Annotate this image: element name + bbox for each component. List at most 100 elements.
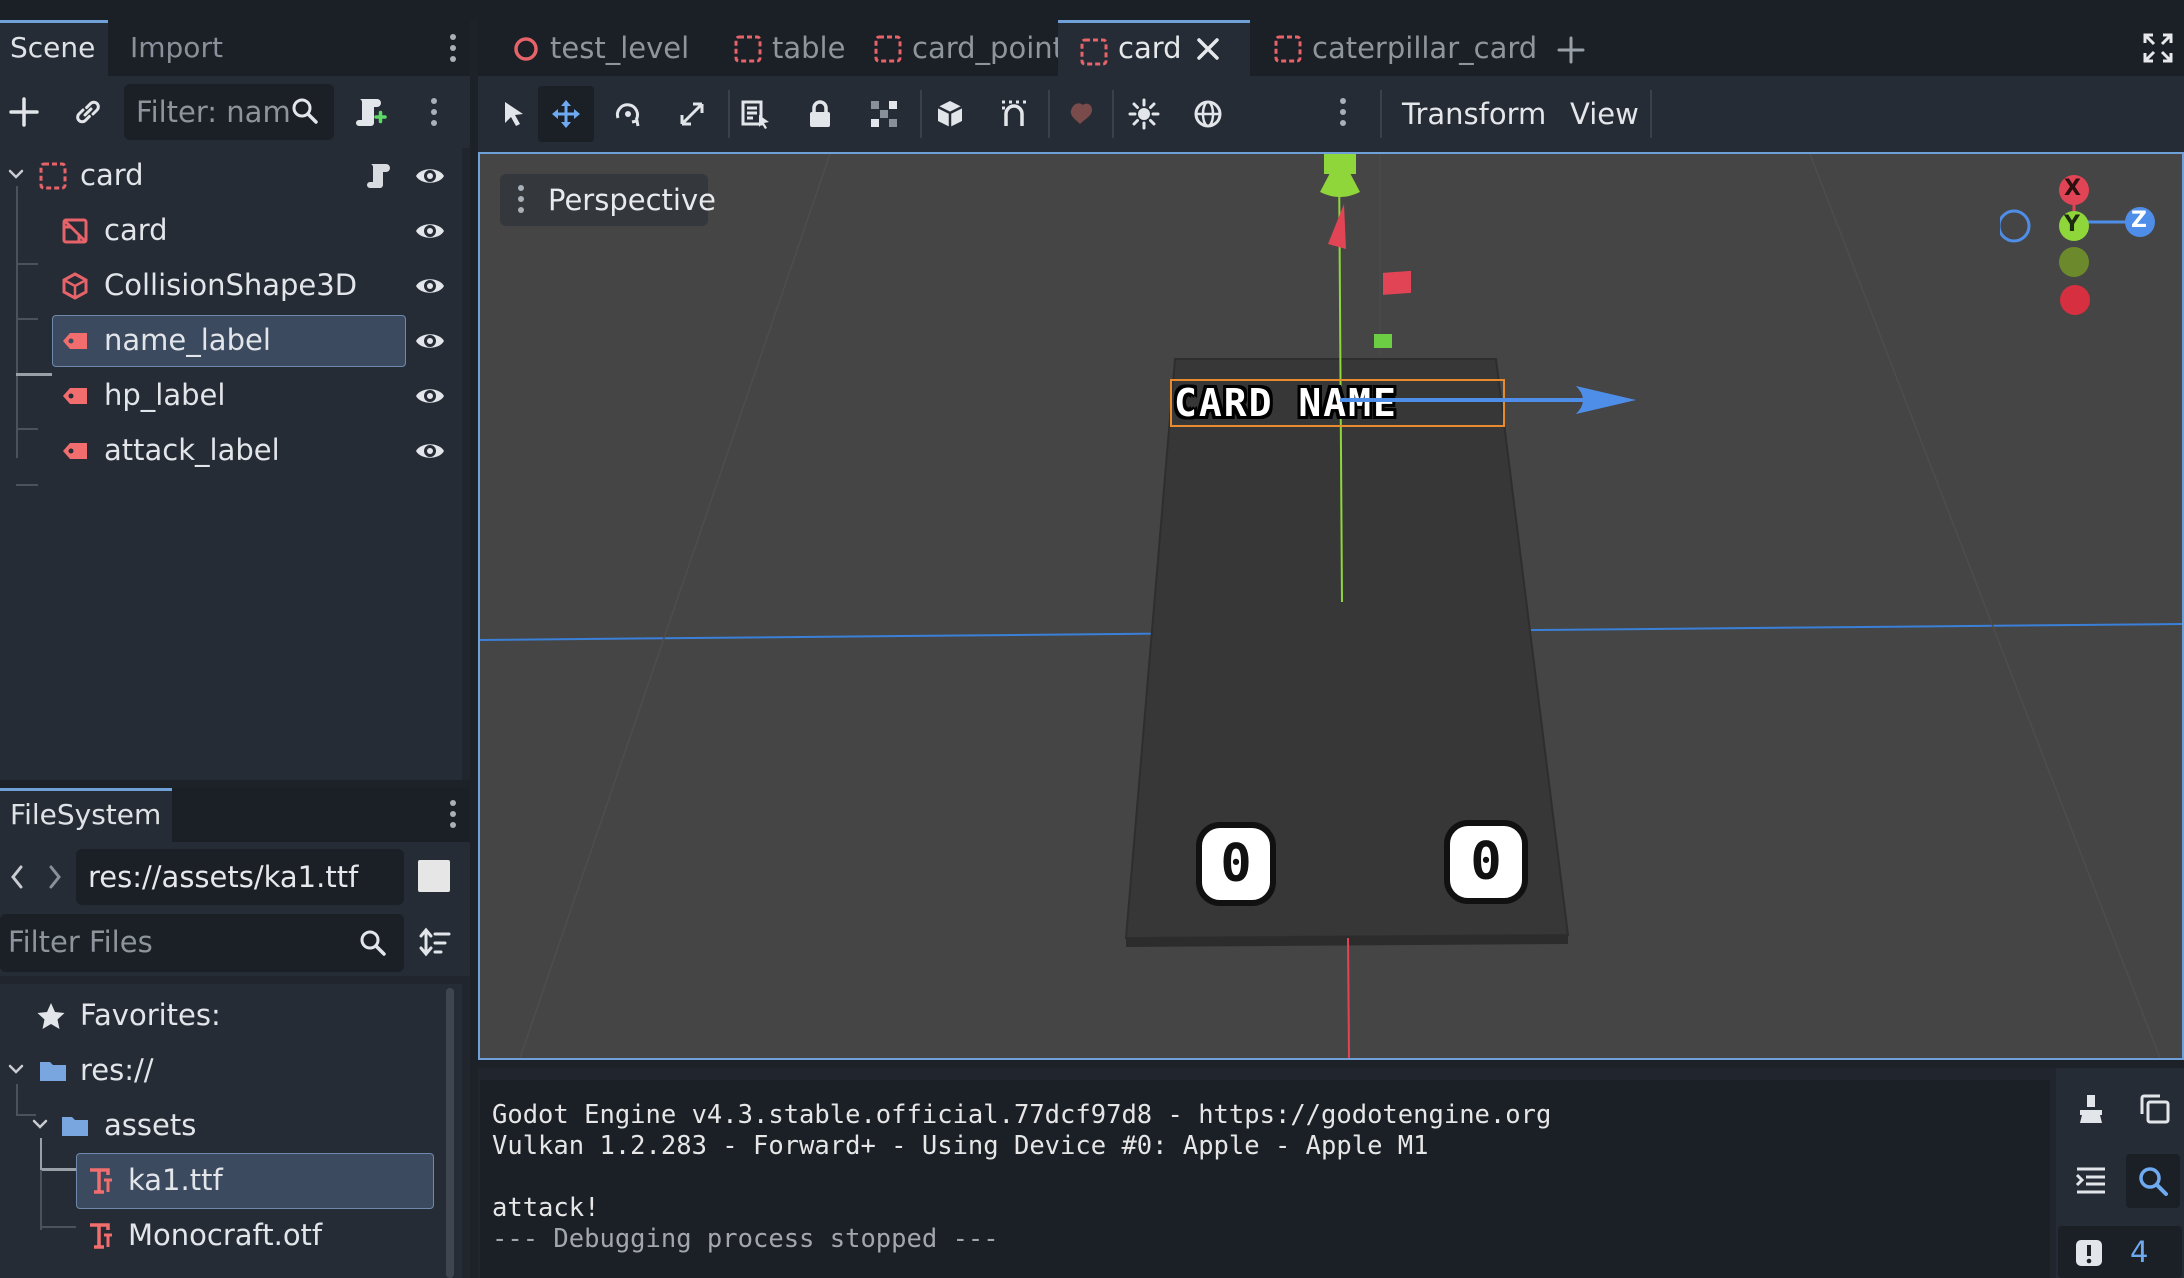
tab-import[interactable]: Import — [120, 20, 230, 76]
attach-script-icon[interactable] — [350, 92, 390, 132]
filter-files-placeholder: Filter Files — [8, 925, 153, 959]
scene-filter-placeholder: Filter: nam — [136, 95, 291, 129]
local-space-cube-icon[interactable] — [928, 92, 972, 136]
rotate-mode-icon[interactable] — [606, 92, 650, 136]
scene-tab-test-level[interactable]: test_level — [488, 20, 698, 76]
instance-scene-link-icon[interactable] — [68, 92, 108, 132]
tab-scene[interactable]: Scene — [0, 20, 108, 76]
perspective-menu-button[interactable]: Perspective — [500, 174, 716, 226]
add-node-icon[interactable] — [4, 92, 44, 132]
script-icon[interactable] — [364, 161, 394, 191]
visibility-eye-icon[interactable] — [414, 326, 446, 356]
list-item-assets-folder[interactable]: assets — [0, 1098, 462, 1153]
gizmo-y-label: Y — [2064, 212, 2080, 237]
scene-tab-label: test_level — [550, 31, 690, 65]
toolbar-separator — [1380, 90, 1382, 138]
warnings-filter-toggle[interactable]: 4 — [2058, 1226, 2182, 1278]
filesystem-dock: FileSystem res://assets/ka1.ttf Filter F… — [0, 788, 470, 1278]
snap-icon[interactable] — [992, 92, 1036, 136]
visibility-eye-icon[interactable] — [414, 381, 446, 411]
scene-tab-bar: test_level table card_point card caterpi… — [478, 20, 2184, 76]
plus-icon — [1556, 35, 1585, 64]
scene-dock-menu-icon[interactable] — [450, 34, 456, 64]
scene-icon — [874, 35, 902, 63]
sun-preview-icon[interactable] — [1122, 92, 1166, 136]
visibility-eye-icon[interactable] — [414, 271, 446, 301]
lock-icon[interactable] — [798, 92, 842, 136]
scene-tab-card-point[interactable]: card_point — [854, 20, 1064, 76]
tree-row-collision[interactable]: CollisionShape3D — [0, 258, 462, 313]
scene-tab-label: table — [772, 31, 846, 65]
environment-globe-icon[interactable] — [1186, 92, 1230, 136]
toolbar-separator — [1048, 90, 1050, 138]
scene-toolbar-menu-icon[interactable] — [431, 98, 437, 128]
3d-viewport[interactable]: CARD NAME 0 0 Perspective X Y Z — [478, 152, 2184, 1060]
visibility-eye-icon[interactable] — [414, 161, 446, 191]
list-item-ka1-font[interactable]: ka1.ttf — [0, 1153, 462, 1209]
sort-icon[interactable] — [418, 926, 452, 960]
toggle-split-view-icon[interactable] — [418, 860, 450, 892]
list-item-favorites[interactable]: Favorites: — [0, 988, 462, 1043]
group-icon[interactable] — [862, 92, 906, 136]
scale-mode-icon[interactable] — [670, 92, 714, 136]
scene-tab-caterpillar-card[interactable]: caterpillar_card — [1256, 20, 1537, 76]
z-axis-gizmo-arrow[interactable] — [1340, 380, 1640, 420]
move-mode-icon[interactable] — [538, 86, 594, 142]
back-arrow-icon[interactable] — [6, 862, 28, 892]
filesystem-menu-icon[interactable] — [450, 800, 456, 830]
chevron-down-icon[interactable] — [6, 164, 26, 184]
distraction-free-button[interactable] — [2140, 20, 2180, 76]
font-file-icon — [86, 1221, 116, 1251]
filter-search-button[interactable] — [2126, 1154, 2180, 1208]
gizmo-x-label: X — [2064, 176, 2081, 201]
transform-menu[interactable]: Transform — [1402, 94, 1546, 134]
viewport-more-menu-icon[interactable] — [1340, 98, 1346, 128]
fullscreen-icon — [2142, 32, 2173, 63]
attack-label3d[interactable]: 0 — [1444, 820, 1528, 904]
forward-arrow-icon[interactable] — [44, 862, 66, 892]
log-line: --- Debugging process stopped --- — [492, 1224, 999, 1254]
copy-icon[interactable] — [2138, 1092, 2172, 1126]
filesystem-path-bar: res://assets/ka1.ttf — [0, 842, 470, 912]
hp-label3d[interactable]: 0 — [1196, 822, 1276, 906]
scene-filter-input[interactable]: Filter: nam — [124, 84, 334, 140]
tree-row-card-root[interactable]: card — [0, 148, 462, 203]
node3d-scene-icon — [38, 161, 68, 191]
collapse-lines-icon[interactable] — [2074, 1164, 2108, 1198]
list-item-label: assets — [104, 1108, 197, 1142]
visibility-eye-icon[interactable] — [414, 436, 446, 466]
preview-sun-disabled-icon[interactable] — [1058, 92, 1102, 136]
close-icon[interactable] — [1194, 35, 1222, 63]
select-mode-cursor-icon[interactable] — [492, 92, 536, 136]
scene-icon — [1080, 38, 1108, 66]
chevron-down-icon[interactable] — [6, 1059, 26, 1079]
view-menu[interactable]: View — [1570, 94, 1639, 134]
list-item-label: Favorites: — [80, 998, 221, 1032]
tree-row-attack-label[interactable]: attack_label — [0, 423, 462, 478]
output-log[interactable]: Godot Engine v4.3.stable.official.77dcf9… — [480, 1080, 2050, 1278]
list-item-monocraft-font[interactable]: Monocraft.otf — [0, 1208, 462, 1263]
scene-tab-card[interactable]: card — [1058, 20, 1250, 76]
gizmo-z-label: Z — [2131, 208, 2147, 233]
scene-dock: Scene Import Filter: nam card card Colli… — [0, 20, 470, 780]
view-orientation-gizmo[interactable]: X Y Z — [2000, 174, 2170, 324]
tree-row-hp-label[interactable]: hp_label — [0, 368, 462, 423]
collision-shape-icon — [60, 271, 90, 301]
add-scene-tab-button[interactable] — [1552, 20, 1592, 76]
tree-row-name-label[interactable]: name_label — [0, 313, 462, 368]
clear-broom-icon[interactable] — [2074, 1092, 2108, 1126]
chevron-down-icon[interactable] — [30, 1114, 50, 1134]
filesystem-path-input[interactable]: res://assets/ka1.ttf — [76, 849, 404, 905]
visibility-eye-icon[interactable] — [414, 216, 446, 246]
list-item-res-root[interactable]: res:// — [0, 1043, 462, 1098]
font-file-icon — [86, 1166, 116, 1196]
filter-files-input[interactable]: Filter Files — [0, 914, 404, 972]
search-icon — [358, 928, 388, 958]
folder-icon — [60, 1111, 90, 1141]
tab-filesystem[interactable]: FileSystem — [0, 788, 172, 842]
viewport-scene-render — [480, 154, 2182, 1058]
list-select-icon[interactable] — [734, 92, 778, 136]
scene-tab-table[interactable]: table — [704, 20, 854, 76]
tree-row-card-mesh[interactable]: card — [0, 203, 462, 258]
log-line: attack! — [492, 1193, 600, 1223]
